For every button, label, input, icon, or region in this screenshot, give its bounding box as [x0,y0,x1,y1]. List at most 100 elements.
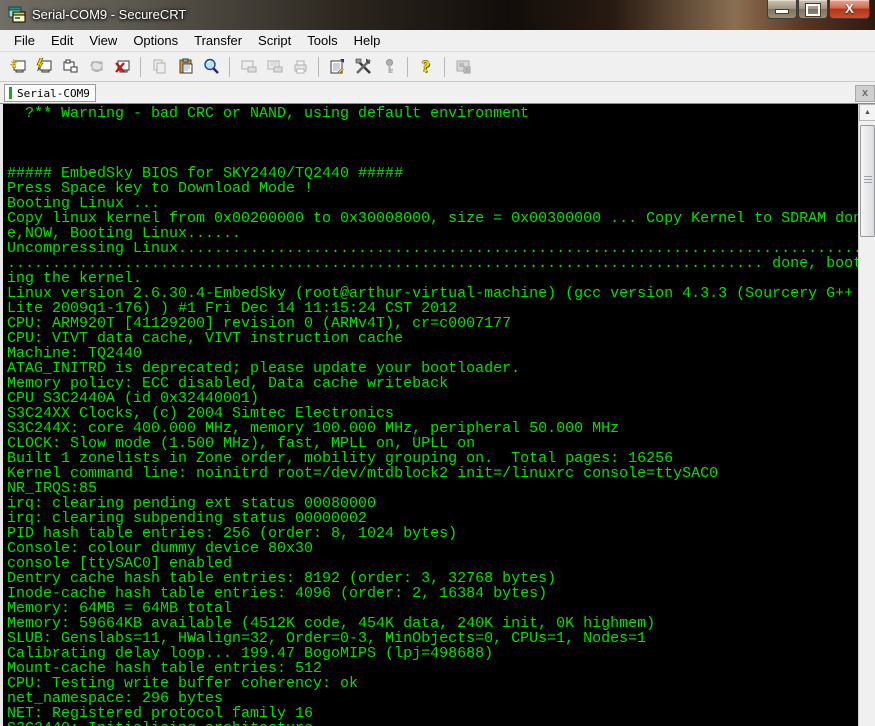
terminal-line: Console: colour dummy device 80x30 [7,541,858,556]
session-options-icon [329,58,346,75]
scrollbar-thumb[interactable] [860,125,875,237]
terminal-line: Mount-cache hash table entries: 512 [7,661,858,676]
toolbar-separator [444,57,445,77]
quick-connect-button[interactable] [6,55,30,79]
terminal-line: Kernel command line: noinitrd root=/dev/… [7,466,858,481]
terminal-line: ing the kernel. [7,271,858,286]
terminal-line: Booting Linux ... [7,196,858,211]
global-options-button[interactable] [351,55,375,79]
terminal-line: ATAG_INITRD is deprecated; please update… [7,361,858,376]
toolbar-separator [318,57,319,77]
terminal-line: Copy linux kernel from 0x00200000 to 0x3… [7,211,858,226]
menu-item-options[interactable]: Options [125,31,186,50]
terminal-line: Memory: 64MB = 64MB total [7,601,858,616]
app-icon [8,6,26,23]
minimize-icon [775,9,789,14]
terminal-line: ?** Warning - bad CRC or NAND, using def… [7,106,858,121]
terminal-line: ##### EmbedSky BIOS for SKY2440/TQ2440 #… [7,166,858,181]
terminal-line: console [ttySAC0] enabled [7,556,858,571]
vertical-scrollbar[interactable]: ▲ [858,104,875,726]
keymap-editor-button: B [451,55,475,79]
menu-item-transfer[interactable]: Transfer [186,31,250,50]
print-button [288,55,312,79]
connect-button[interactable] [32,55,56,79]
print-selection-icon [266,58,283,75]
quick-connect-icon [10,58,27,75]
terminal-line: Press Space key to Download Mode ! [7,181,858,196]
terminal-line: PID hash table entries: 256 (order: 8, 1… [7,526,858,541]
title-bar[interactable]: Serial-COM9 - SecureCRT X [0,0,875,31]
maximize-button[interactable] [798,0,828,19]
find-icon [203,58,220,75]
menu-item-script[interactable]: Script [250,31,299,50]
terminal-line: SLUB: Genslabs=11, HWalign=32, Order=0-3… [7,631,858,646]
menu-item-edit[interactable]: Edit [43,31,81,50]
scroll-up-button[interactable]: ▲ [859,104,875,121]
toolbar: ? B [0,52,875,82]
terminal-line: CPU: ARM920T [41129200] revision 0 (ARMv… [7,316,858,331]
print-screen-button [236,55,260,79]
tab-connected-indicator [9,87,12,99]
keymap-editor-icon: B [455,58,472,75]
terminal-line: NET: Registered protocol family 16 [7,706,858,721]
tab-bar: Serial-COM9 x [0,82,875,104]
securecrt-window: Serial-COM9 - SecureCRT X FileEditViewOp… [0,0,875,726]
close-icon: X [845,1,854,16]
toolbar-separator [407,57,408,77]
window-title: Serial-COM9 - SecureCRT [32,7,186,22]
scrollbar-grip [864,176,872,177]
key-generation-button [377,55,401,79]
copy-button [147,55,171,79]
menu-item-file[interactable]: File [6,31,43,50]
print-screen-icon [240,58,257,75]
terminal-line: NR_IRQS:85 [7,481,858,496]
terminal-line: net_namespace: 296 bytes [7,691,858,706]
maximize-icon [806,4,820,16]
global-options-icon [355,58,372,75]
terminal-line: Lite 2009q1-176) ) #1 Fri Dec 14 11:15:2… [7,301,858,316]
reconnect-button [84,55,108,79]
disconnect-button[interactable] [110,55,134,79]
terminal-line: CPU S3C2440A (id 0x32440001) [7,391,858,406]
paste-button[interactable] [173,55,197,79]
terminal-output[interactable]: ?** Warning - bad CRC or NAND, using def… [0,104,858,726]
terminal-line [7,151,858,166]
terminal-line: Memory: 59664KB available (4512K code, 4… [7,616,858,631]
tab-serial-com9[interactable]: Serial-COM9 [4,84,96,102]
menu-item-tools[interactable]: Tools [299,31,345,50]
terminal-line: irq: clearing pending ext status 0008000… [7,496,858,511]
terminal-line [7,136,858,151]
terminal-line: CLOCK: Slow mode (1.500 MHz), fast, MPLL… [7,436,858,451]
print-icon [292,58,309,75]
terminal-line: e,NOW, Booting Linux...... [7,226,858,241]
menu-item-help[interactable]: Help [346,31,389,50]
menu-item-view[interactable]: View [81,31,125,50]
terminal-line: CPU: Testing write buffer coherency: ok [7,676,858,691]
key-icon [381,58,398,75]
help-button[interactable]: ? [414,55,438,79]
terminal-line: S3C244X: core 400.000 MHz, memory 100.00… [7,421,858,436]
close-button[interactable]: X [829,0,870,19]
terminal-line: Machine: TQ2440 [7,346,858,361]
tab-close-button[interactable]: x [855,85,875,102]
reconnect-icon [88,58,105,75]
disconnect-icon [114,58,131,75]
menu-bar: FileEditViewOptionsTransferScriptToolsHe… [0,30,875,52]
terminal-line: Inode-cache hash table entries: 4096 (or… [7,586,858,601]
connect-in-tab-icon [62,58,79,75]
print-selection-button [262,55,286,79]
terminal-line: Built 1 zonelists in Zone order, mobilit… [7,451,858,466]
find-button[interactable] [199,55,223,79]
connect-icon [36,58,53,75]
connect-in-tab-button[interactable] [58,55,82,79]
terminal-line: Uncompressing Linux.....................… [7,241,858,256]
minimize-button[interactable] [767,0,797,19]
terminal-line: S3C24XX Clocks, (c) 2004 Simtec Electron… [7,406,858,421]
terminal-line: Memory policy: ECC disabled, Data cache … [7,376,858,391]
toolbar-separator [229,57,230,77]
session-options-button[interactable] [325,55,349,79]
terminal-line: S3C2440: Initialising architecture [7,721,858,726]
terminal-line: CPU: VIVT data cache, VIVT instruction c… [7,331,858,346]
tab-label: Serial-COM9 [17,87,90,100]
terminal-line: Linux version 2.6.30.4-EmbedSky (root@ar… [7,286,858,301]
